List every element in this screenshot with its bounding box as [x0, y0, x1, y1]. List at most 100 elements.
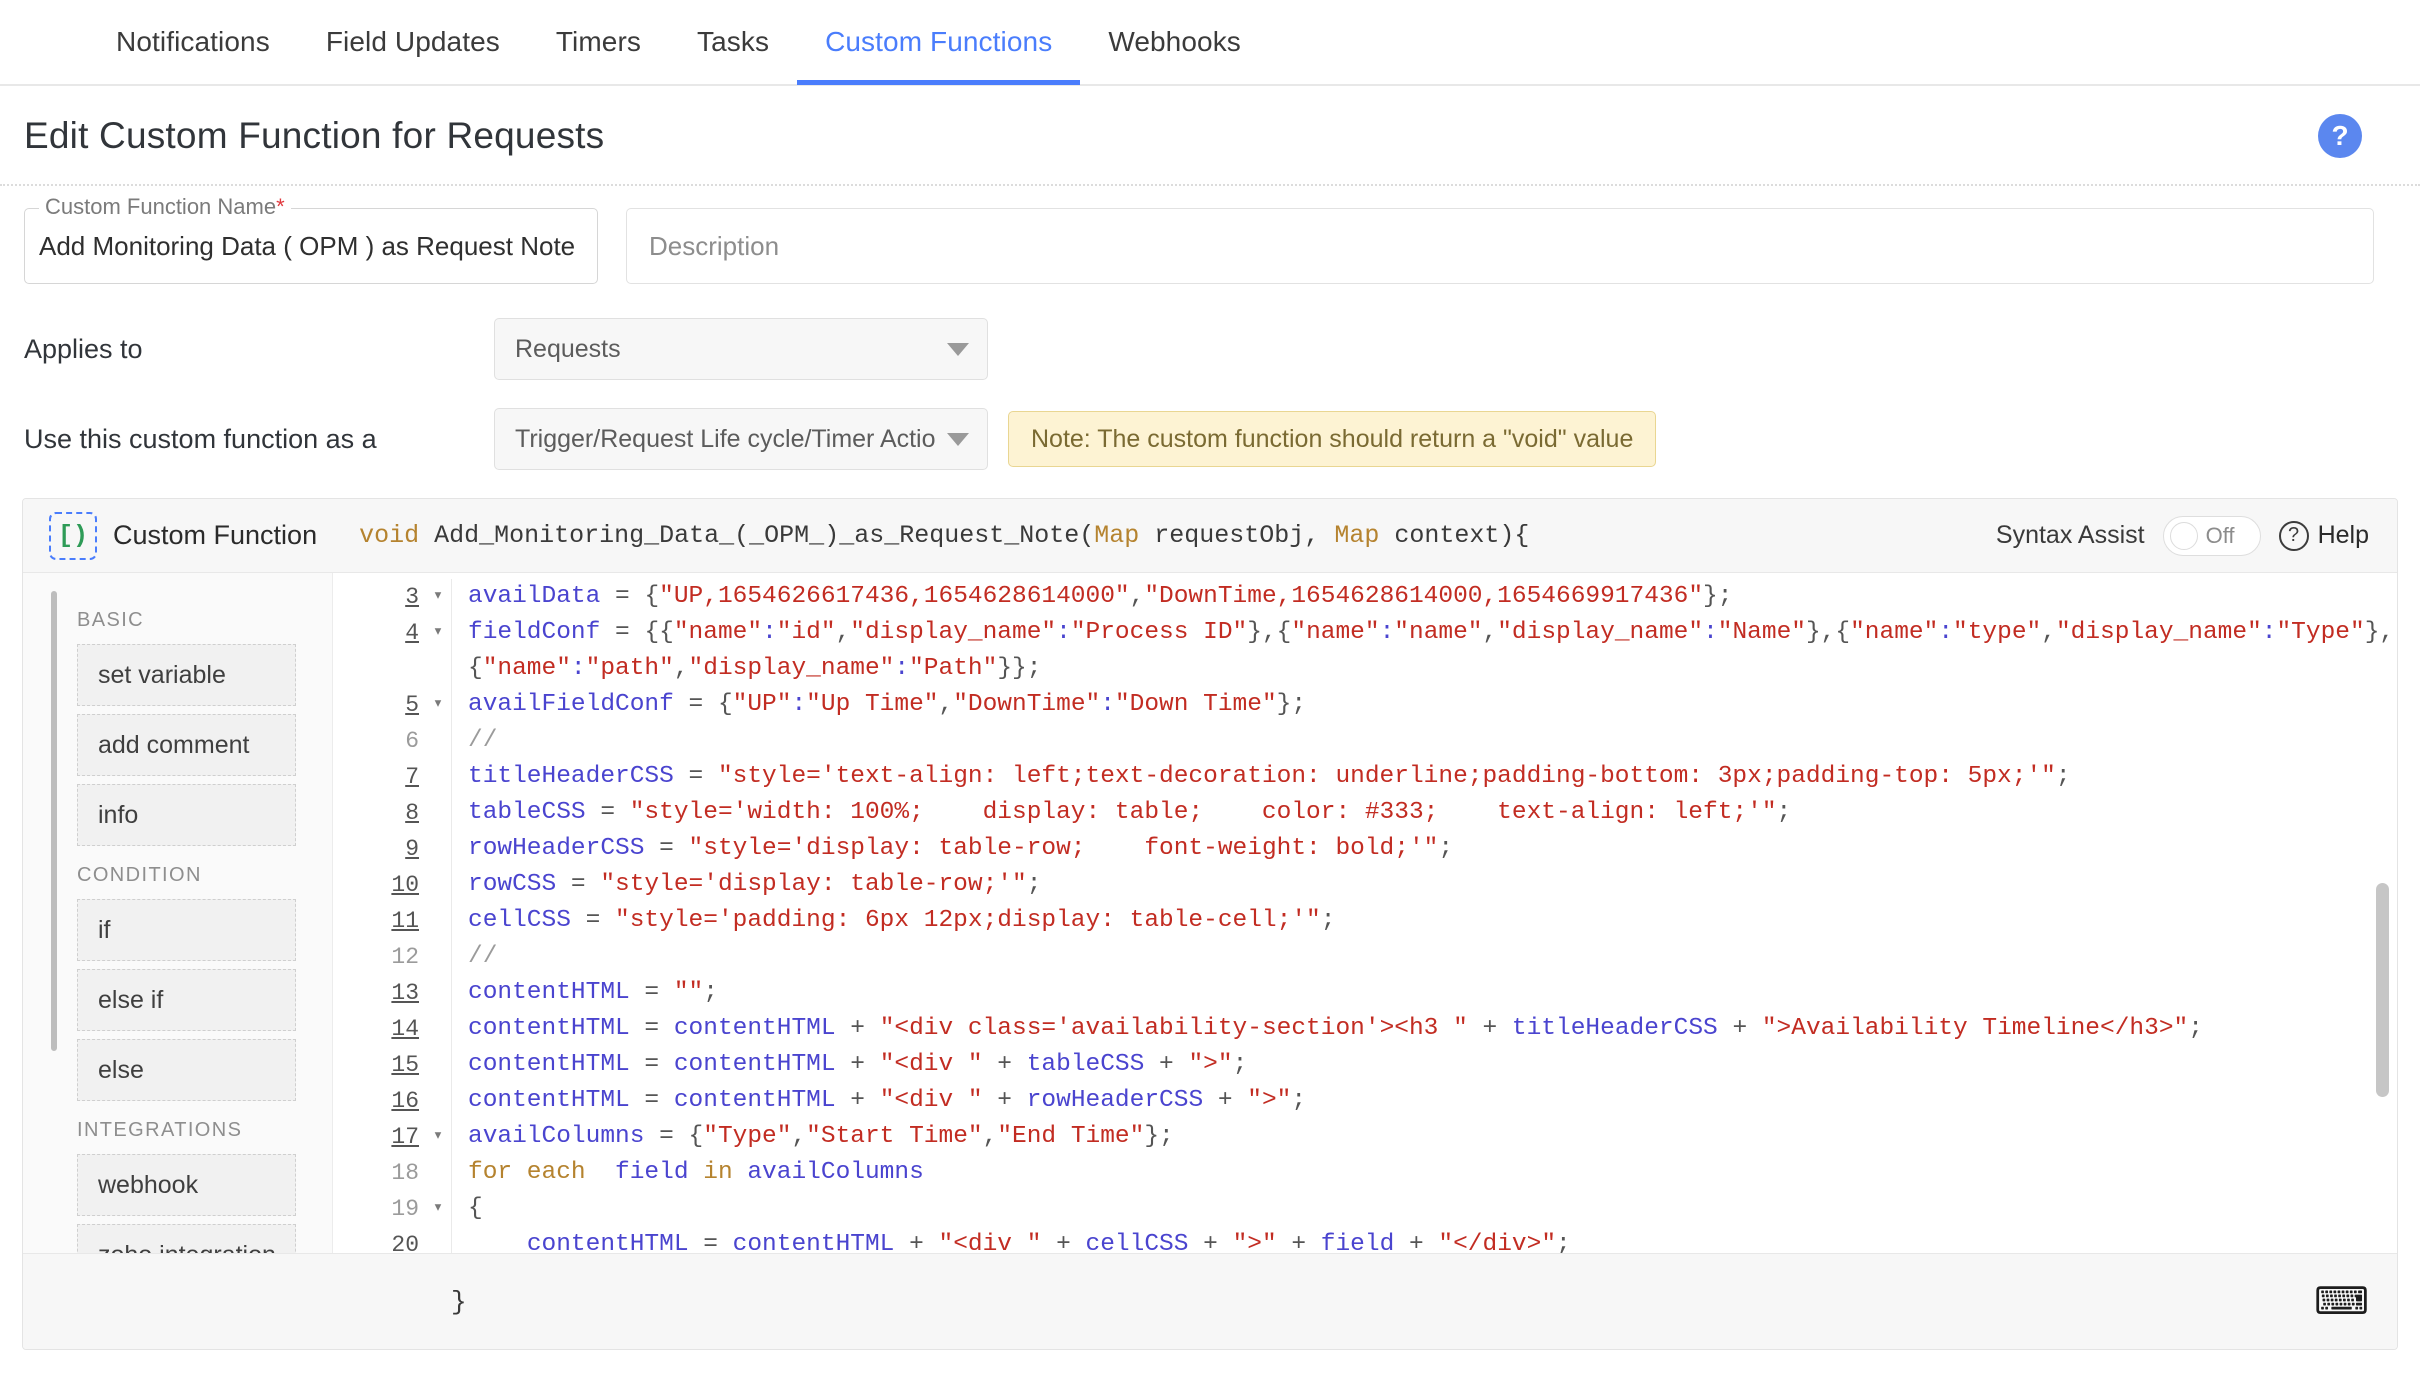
code-line[interactable]: 9rowHeaderCSS = "style='display: table-r…	[333, 831, 2397, 867]
code-line[interactable]: 4▾fieldConf = {{"name":"id","display_nam…	[333, 615, 2397, 651]
code-token: {	[468, 1195, 483, 1222]
code-token: +	[1468, 1015, 1512, 1042]
code-token: ">"	[1247, 1087, 1291, 1114]
code-token: ;	[1321, 907, 1336, 934]
keyboard-icon[interactable]: ⌨	[2314, 1283, 2369, 1321]
code-line-text: {	[451, 1191, 2397, 1227]
palette-item-info[interactable]: info	[77, 784, 296, 846]
code-token: rowCSS	[468, 871, 556, 898]
code-token: ;	[2056, 763, 2071, 790]
tab-tasks[interactable]: Tasks	[669, 0, 797, 85]
palette-item-if[interactable]: if	[77, 899, 296, 961]
code-token: +	[1718, 1015, 1762, 1042]
code-token: =	[674, 763, 718, 790]
question-mark-icon[interactable]: ?	[2318, 114, 2362, 158]
code-line-text: for each field in availColumns	[451, 1155, 2397, 1191]
signature-param1-name: requestObj	[1154, 521, 1304, 550]
tab-notifications[interactable]: Notifications	[88, 0, 298, 85]
code-token: :	[2262, 619, 2277, 646]
code-line[interactable]: 19▾{	[333, 1191, 2397, 1227]
code-token: +	[1041, 1231, 1085, 1253]
palette-item-else-if[interactable]: else if	[77, 969, 296, 1031]
code-editor[interactable]: 3▾availData = {"UP,1654626617436,1654628…	[333, 573, 2397, 1253]
code-line-text: titleHeaderCSS = "style='text-align: lef…	[451, 759, 2397, 795]
code-line[interactable]: 20 contentHTML = contentHTML + "<div " +…	[333, 1227, 2397, 1253]
code-line[interactable]: 3▾availData = {"UP,1654626617436,1654628…	[333, 579, 2397, 615]
line-number: 14	[333, 1011, 425, 1047]
palette-item-add-comment[interactable]: add comment	[77, 714, 296, 776]
code-token: "name"	[1394, 619, 1482, 646]
fold-arrow-icon[interactable]: ▾	[425, 615, 451, 651]
code-token: =	[571, 907, 615, 934]
code-line[interactable]: 6//	[333, 723, 2397, 759]
palette-scrollbar[interactable]	[47, 587, 61, 1055]
use-as-select[interactable]: Trigger/Request Life cycle/Timer Action	[494, 408, 988, 470]
signature-close: ){	[1499, 521, 1529, 550]
palette-item-webhook[interactable]: webhook	[77, 1154, 296, 1216]
code-token: {	[689, 1123, 704, 1150]
code-line[interactable]: 14contentHTML = contentHTML + "<div clas…	[333, 1011, 2397, 1047]
code-token: },{	[1247, 619, 1291, 646]
palette-item-else[interactable]: else	[77, 1039, 296, 1101]
code-line[interactable]: 11cellCSS = "style='padding: 6px 12px;di…	[333, 903, 2397, 939]
custom-function-icon: [)	[49, 512, 97, 560]
code-token: "Start Time"	[806, 1123, 982, 1150]
tab-field-updates[interactable]: Field Updates	[298, 0, 528, 85]
code-token: ,	[1483, 619, 1498, 646]
code-line[interactable]: 7titleHeaderCSS = "style='text-align: le…	[333, 759, 2397, 795]
applies-to-label: Applies to	[24, 334, 494, 365]
code-token: =	[600, 583, 644, 610]
code-token: +	[983, 1087, 1027, 1114]
code-line-text: fieldConf = {{"name":"id","display_name"…	[451, 615, 2397, 651]
page-title-row: Edit Custom Function for Requests ?	[0, 86, 2420, 186]
code-token: "Process ID"	[1071, 619, 1247, 646]
code-line[interactable]: 8tableCSS = "style='width: 100%; display…	[333, 795, 2397, 831]
editor-help-button[interactable]: ? Help	[2279, 521, 2369, 551]
fold-arrow-icon[interactable]: ▾	[425, 1119, 451, 1155]
code-line[interactable]: 15contentHTML = contentHTML + "<div " + …	[333, 1047, 2397, 1083]
code-token: //	[468, 727, 497, 754]
code-token: "display_name"	[2056, 619, 2262, 646]
code-token: =	[600, 619, 644, 646]
toggle-knob-icon	[2170, 522, 2198, 550]
code-line-text: contentHTML = "";	[451, 975, 2397, 1011]
custom-function-name-field[interactable]: Custom Function Name* Add Monitoring Dat…	[24, 208, 598, 284]
code-token: "Type"	[2276, 619, 2364, 646]
code-token: tableCSS	[468, 799, 586, 826]
code-line[interactable]: 17▾availColumns = {"Type","Start Time","…	[333, 1119, 2397, 1155]
code-token: ,	[674, 655, 689, 682]
code-line[interactable]: 5▾availFieldConf = {"UP":"Up Time","Down…	[333, 687, 2397, 723]
syntax-assist-toggle[interactable]: Off	[2163, 516, 2261, 556]
code-token: "Down Time"	[1115, 691, 1277, 718]
code-line[interactable]: 12//	[333, 939, 2397, 975]
script-editor-panel: [) Custom Function void Add_Monitoring_D…	[22, 498, 2398, 1350]
line-number: 4	[333, 615, 425, 651]
fold-arrow-icon[interactable]: ▾	[425, 1191, 451, 1227]
tab-webhooks[interactable]: Webhooks	[1080, 0, 1269, 85]
code-token: availColumns	[747, 1159, 923, 1186]
tab-timers[interactable]: Timers	[528, 0, 669, 85]
fold-arrow-icon[interactable]: ▾	[425, 687, 451, 723]
code-vertical-scrollbar[interactable]	[2376, 883, 2389, 1097]
code-line[interactable]: 13contentHTML = "";	[333, 975, 2397, 1011]
code-line-text: availData = {"UP,1654626617436,165462861…	[451, 579, 2397, 615]
code-line[interactable]: 18for each field in availColumns	[333, 1155, 2397, 1191]
palette-group-basic: BASIC	[23, 599, 332, 644]
description-field[interactable]: Description	[626, 208, 2374, 284]
code-token: =	[674, 691, 718, 718]
code-lines: 3▾availData = {"UP,1654626617436,1654628…	[333, 579, 2397, 1253]
code-token: +	[894, 1231, 938, 1253]
chevron-down-icon	[947, 433, 969, 446]
code-token: rowHeaderCSS	[1027, 1087, 1203, 1114]
palette-item-set-variable[interactable]: set variable	[77, 644, 296, 706]
tab-custom-functions[interactable]: Custom Functions	[797, 0, 1080, 85]
fold-arrow-icon[interactable]: ▾	[425, 579, 451, 615]
code-token: :	[762, 619, 777, 646]
applies-to-select[interactable]: Requests	[494, 318, 988, 380]
code-line[interactable]: 16contentHTML = contentHTML + "<div " + …	[333, 1083, 2397, 1119]
code-token: :	[1703, 619, 1718, 646]
palette-item-zoho-integration[interactable]: zoho integration	[77, 1224, 296, 1253]
code-line[interactable]: 10rowCSS = "style='display: table-row;'"…	[333, 867, 2397, 903]
code-line[interactable]: {"name":"path","display_name":"Path"}};	[333, 651, 2397, 687]
code-token: ""	[674, 979, 703, 1006]
